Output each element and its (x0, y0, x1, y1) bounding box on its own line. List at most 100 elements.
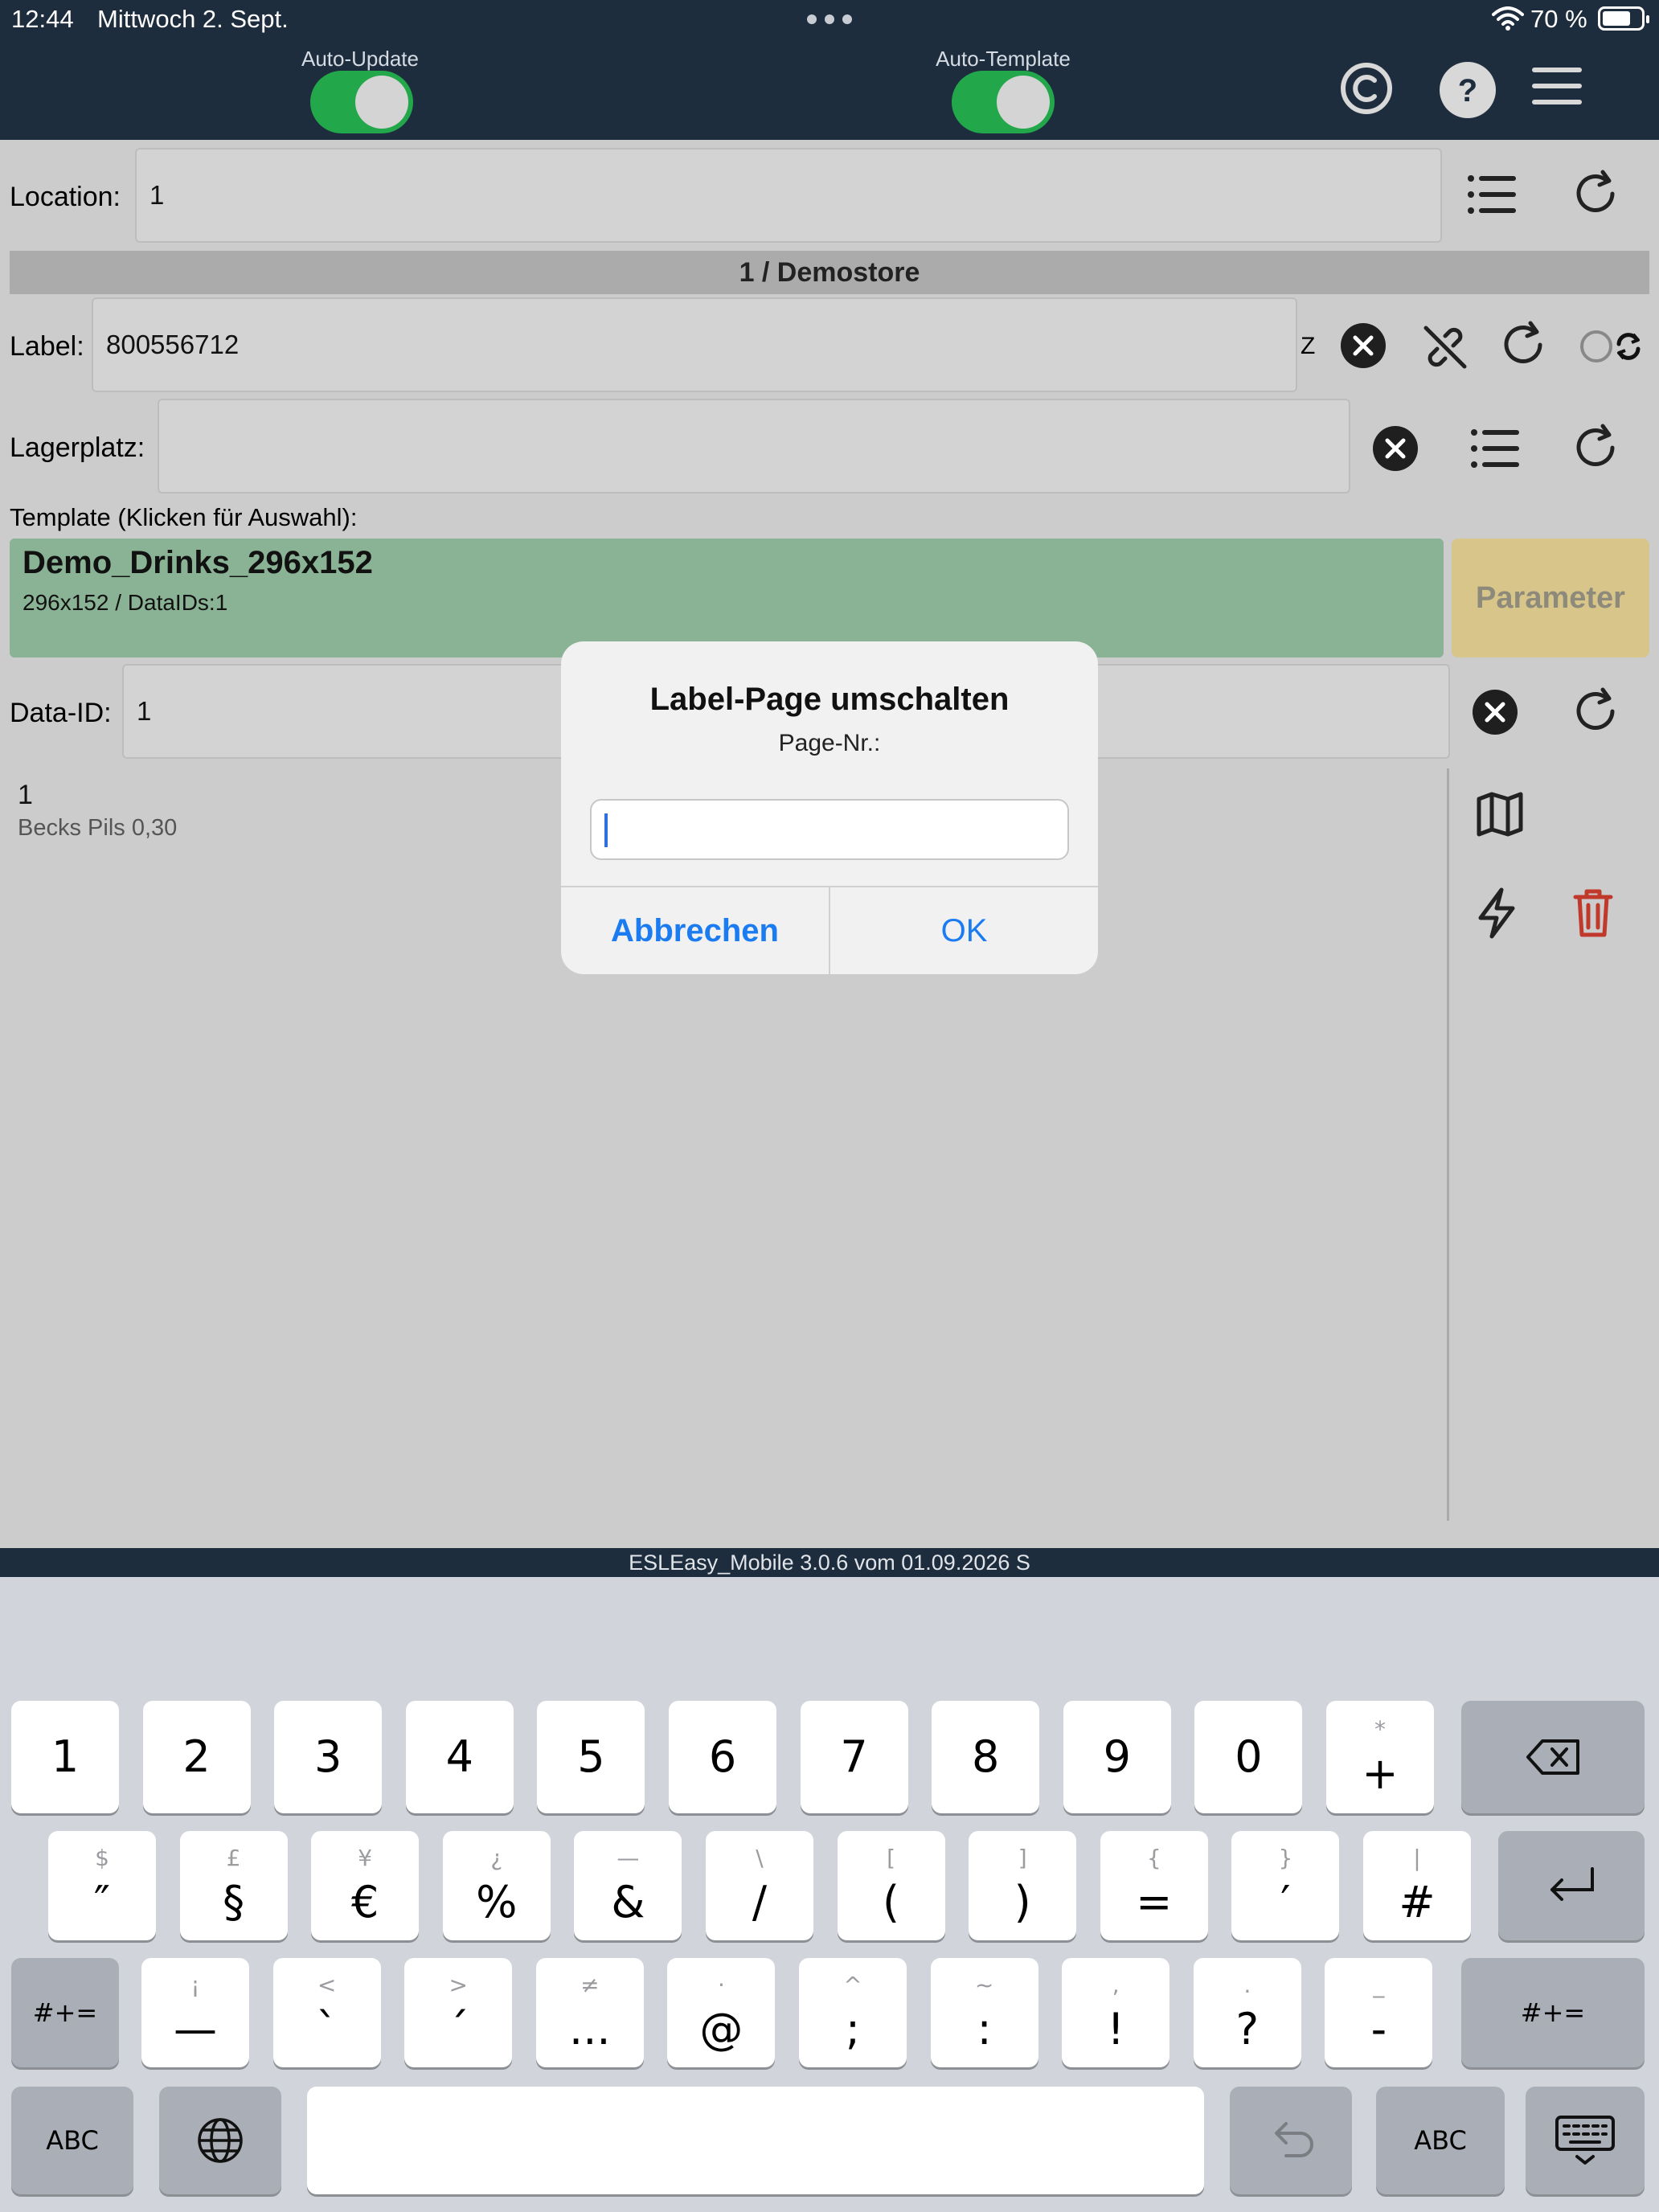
return-key[interactable] (1498, 1831, 1645, 1940)
key-alt-char: ~ (974, 1972, 994, 1998)
key-row3-key-7[interactable]: ,! (1062, 1958, 1170, 2067)
key-row1-key-9[interactable]: 0 (1194, 1701, 1303, 1813)
key-row3-key-8[interactable]: .? (1193, 1958, 1301, 2067)
refresh-label-icon[interactable] (1498, 320, 1548, 370)
list-item-name: Becks Pils 0,30 (18, 815, 178, 841)
key-row1-key-10[interactable]: * + (1326, 1701, 1434, 1813)
key-row2-key-4[interactable]: — & (574, 1831, 682, 1940)
auto-update-toggle[interactable] (310, 71, 413, 133)
map-icon[interactable] (1476, 791, 1524, 838)
ok-button[interactable]: OK (830, 887, 1098, 974)
key-row1-key-7[interactable]: 8 (932, 1701, 1040, 1813)
status-date: Mittwoch 2. Sept. (97, 5, 289, 33)
key-alt-char: ¥ (358, 1845, 373, 1871)
key-row3-key-5[interactable]: ^; (799, 1958, 907, 2067)
refresh-lagerplatz-icon[interactable] (1571, 423, 1620, 473)
key-main-char: % (476, 1877, 518, 1927)
lagerplatz-input[interactable] (158, 399, 1350, 494)
key-row2-key-2[interactable]: ¥ € (311, 1831, 420, 1940)
abc-key-left[interactable]: ABC (11, 2087, 133, 2194)
data-id-label: Data-ID: (10, 698, 112, 728)
dialog-title: Label-Page umschalten (649, 682, 1010, 717)
key-alt-char: ¿ (490, 1845, 503, 1871)
key-row1-key-2[interactable]: 3 (274, 1701, 383, 1813)
menu-icon[interactable] (1532, 66, 1582, 106)
key-row2-key-0[interactable]: $ ″ (48, 1831, 156, 1940)
key-main-char: ? (1235, 2004, 1260, 2054)
auto-template-toggle[interactable] (952, 71, 1055, 133)
clear-lagerplatz-icon[interactable] (1373, 426, 1418, 471)
flash-icon[interactable] (1476, 887, 1518, 939)
keyboard-hide-icon (1555, 2116, 1615, 2165)
key-row3-key-3[interactable]: ≠... (535, 1958, 644, 2067)
template-details: 296x152 / DataIDs:1 (23, 590, 228, 615)
parameter-button[interactable]: Parameter (1452, 539, 1649, 657)
key-main-char: ! (1107, 2004, 1125, 2054)
battery-icon (1598, 6, 1649, 31)
key-row1-key-3[interactable]: 4 (405, 1701, 514, 1813)
battery-percent: 70 % (1530, 5, 1587, 33)
key-row2-key-6[interactable]: [( (837, 1831, 945, 1940)
key-row2-key-9[interactable]: } ′ (1231, 1831, 1340, 1940)
lagerplatz-label: Lagerplatz: (10, 432, 145, 463)
undo-key[interactable] (1230, 2087, 1352, 2194)
auto-sync-radio-icon[interactable] (1580, 328, 1646, 365)
unlink-icon[interactable] (1421, 323, 1469, 371)
refresh-icon[interactable] (1571, 169, 1620, 219)
key-row3-key-4[interactable]: · @ (667, 1958, 776, 2067)
hide-keyboard-key[interactable] (1526, 2087, 1645, 2194)
key-row3-key-2[interactable]: > ´ (404, 1958, 513, 2067)
key-main-char: ... (569, 2004, 611, 2054)
key-row1-key-4[interactable]: 5 (537, 1701, 645, 1813)
template-selector[interactable]: Demo_Drinks_296x152 296x152 / DataIDs:1 (10, 539, 1444, 657)
key-row1-key-1[interactable]: 2 (142, 1701, 251, 1813)
symbols-key-left[interactable]: #+= (11, 1958, 119, 2067)
page-number-input[interactable] (590, 799, 1069, 860)
key-row2-key-7[interactable]: ]) (969, 1831, 1077, 1940)
key-row1-key-6[interactable]: 7 (800, 1701, 908, 1813)
list-icon[interactable] (1468, 174, 1516, 215)
key-main-char: : (977, 2004, 992, 2054)
key-row2-key-8[interactable]: {= (1100, 1831, 1208, 1940)
location-label: Location: (10, 182, 121, 212)
key-row1-key-8[interactable]: 9 (1063, 1701, 1171, 1813)
key-row1-key-0[interactable]: 1 (11, 1701, 119, 1813)
key-row2-key-1[interactable]: £ § (179, 1831, 288, 1940)
clear-data-id-icon[interactable] (1473, 690, 1518, 735)
trash-icon[interactable] (1572, 887, 1614, 939)
space-key[interactable] (307, 2087, 1204, 2194)
cancel-button[interactable]: Abbrechen (561, 887, 829, 974)
key-row3-key-1[interactable]: < ` (272, 1958, 381, 2067)
clear-label-icon[interactable] (1341, 323, 1386, 368)
multitasking-dots-icon[interactable] (807, 14, 852, 26)
backspace-key[interactable] (1461, 1701, 1645, 1813)
label-label: Label: (10, 331, 84, 362)
key-alt-char: — (616, 1845, 640, 1871)
key-row2-key-10[interactable]: | # (1363, 1831, 1471, 1940)
copyright-icon[interactable] (1339, 61, 1394, 116)
key-main-char: 9 (1103, 1731, 1131, 1782)
return-icon (1550, 1867, 1594, 1901)
store-title-bar: 1 / Demostore (10, 251, 1649, 294)
key-main-char: & (611, 1877, 645, 1927)
key-row3-key-9[interactable]: _ - (1325, 1958, 1433, 2067)
refresh-data-id-icon[interactable] (1571, 686, 1620, 736)
key-alt-char: $ (95, 1845, 109, 1871)
location-value: 1 (150, 180, 165, 210)
key-row2-key-5[interactable]: \ / (706, 1831, 813, 1940)
globe-key[interactable] (159, 2087, 281, 2194)
key-row1-key-5[interactable]: 6 (669, 1701, 776, 1813)
key-row3-key-6[interactable]: ~: (930, 1958, 1038, 2067)
abc-key-right[interactable]: ABC (1376, 2087, 1505, 2194)
key-row3-key-0[interactable]: ¡ — (141, 1958, 249, 2067)
lagerplatz-list-icon[interactable] (1471, 428, 1519, 469)
location-input[interactable]: 1 (135, 148, 1442, 243)
key-main-char: # (1399, 1877, 1436, 1927)
label-input[interactable]: 800556712 (92, 297, 1297, 392)
symbols-key-right[interactable]: #+= (1461, 1958, 1645, 2067)
label-value: 800556712 (106, 330, 240, 359)
key-main-char: 6 (708, 1731, 737, 1782)
key-row2-key-3[interactable]: ¿% (442, 1831, 551, 1940)
key-main-char: § (223, 1877, 245, 1927)
help-icon[interactable]: ? (1439, 61, 1497, 119)
